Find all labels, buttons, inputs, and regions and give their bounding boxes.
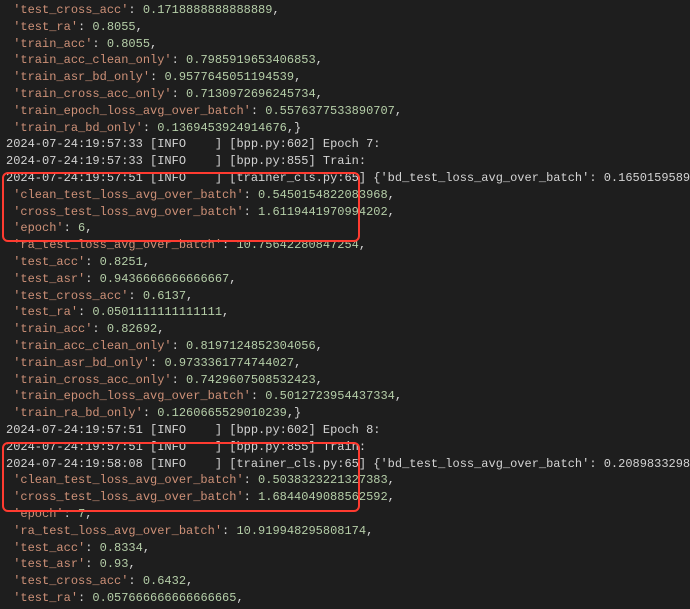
log-line: 2024-07-24:19:57:51 [INFO ] [trainer_cls… <box>6 170 684 187</box>
log-line: 'test_acc': 0.8334, <box>6 540 684 557</box>
log-line: 'test_asr': 0.93, <box>6 556 684 573</box>
log-line: 'clean_test_loss_avg_over_batch': 0.5450… <box>6 187 684 204</box>
log-line: 'train_asr_bd_only': 0.9577645051194539, <box>6 69 684 86</box>
log-line: 'test_cross_acc': 0.1718888888888889, <box>6 2 684 19</box>
log-line: 'test_ra': 0.057666666666666665, <box>6 590 684 607</box>
log-line: 'train_cross_acc_only': 0.74296075085324… <box>6 372 684 389</box>
log-output[interactable]: 'test_cross_acc': 0.1718888888888889, 't… <box>0 0 690 609</box>
log-line: 'epoch': 6, <box>6 220 684 237</box>
log-line: 'train_cross_acc_only': 0.71309726962457… <box>6 86 684 103</box>
log-line: 2024-07-24:19:57:51 [INFO ] [bpp.py:602]… <box>6 422 684 439</box>
log-line: 'train_acc_clean_only': 0.81971248523040… <box>6 338 684 355</box>
log-line: 'test_acc': 0.8251, <box>6 254 684 271</box>
log-line: 2024-07-24:19:57:33 [INFO ] [bpp.py:855]… <box>6 153 684 170</box>
log-line: 'cross_test_loss_avg_over_batch': 1.6844… <box>6 489 684 506</box>
log-line: 'test_cross_acc': 0.6432, <box>6 573 684 590</box>
log-line: 'train_asr_bd_only': 0.9733361774744027, <box>6 355 684 372</box>
log-line: 'test_ra': 0.0501111111111111, <box>6 304 684 321</box>
log-line: 'train_ra_bd_only': 0.1369453924914676,} <box>6 120 684 137</box>
log-line: 'cross_test_loss_avg_over_batch': 1.6119… <box>6 204 684 221</box>
log-line: 'clean_test_loss_avg_over_batch': 0.5038… <box>6 472 684 489</box>
log-line: 'test_ra': 0.8055, <box>6 19 684 36</box>
log-line: 2024-07-24:19:58:08 [INFO ] [trainer_cls… <box>6 456 684 473</box>
log-line: 'train_acc': 0.82692, <box>6 321 684 338</box>
log-line: 'train_epoch_loss_avg_over_batch': 0.557… <box>6 103 684 120</box>
log-line: 'test_asr': 0.943666666666666​7, <box>6 271 684 288</box>
log-line: 'train_epoch_loss_avg_over_batch': 0.501… <box>6 388 684 405</box>
log-line: 'epoch': 7, <box>6 506 684 523</box>
log-line: 'train_acc': 0.8055, <box>6 36 684 53</box>
log-line: 'train_ra_bd_only': 0.1260665529010239,} <box>6 405 684 422</box>
log-line: 'ra_test_loss_avg_over_batch': 10.919948… <box>6 523 684 540</box>
terminal-window: 'test_cross_acc': 0.1718888888888889, 't… <box>0 0 690 609</box>
log-line: 2024-07-24:19:57:51 [INFO ] [bpp.py:855]… <box>6 439 684 456</box>
log-line: 'ra_test_loss_avg_over_batch': 10.756422… <box>6 237 684 254</box>
log-line: 2024-07-24:19:57:33 [INFO ] [bpp.py:602]… <box>6 136 684 153</box>
log-line: 'test_cross_acc': 0.6137, <box>6 288 684 305</box>
log-line: 'train_acc_clean_only': 0.79859196534068… <box>6 52 684 69</box>
